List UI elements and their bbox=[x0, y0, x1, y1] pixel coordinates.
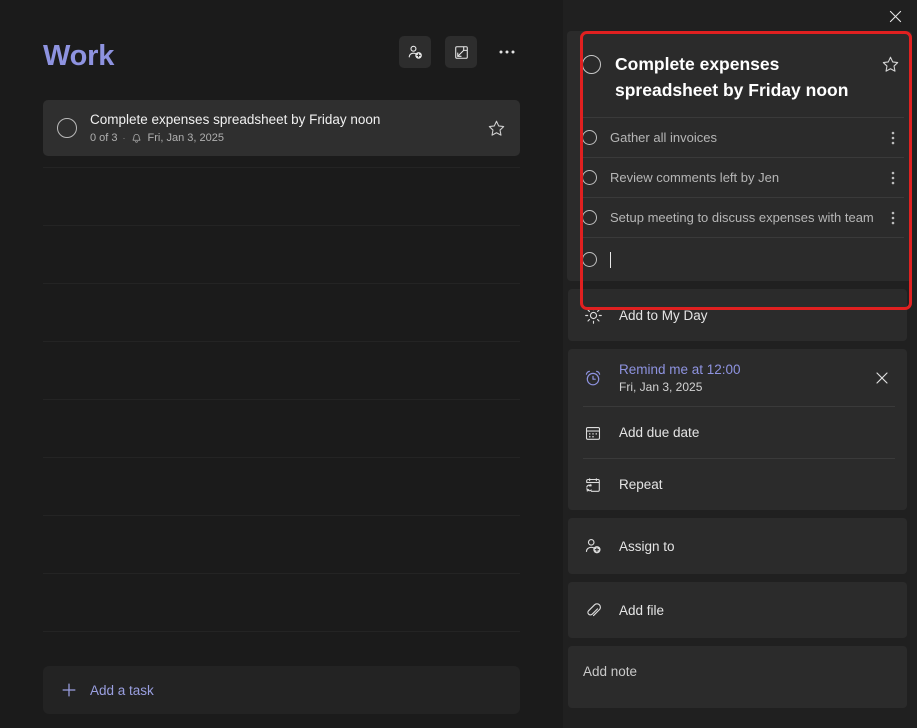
subtask-options-button[interactable] bbox=[882, 170, 904, 186]
task-text-block: Complete expenses spreadsheet by Friday … bbox=[90, 111, 487, 145]
person-add-icon bbox=[583, 536, 603, 556]
text-cursor bbox=[610, 251, 611, 268]
reminder-row[interactable]: Remind me at 12:00 Fri, Jan 3, 2025 bbox=[568, 349, 907, 406]
close-icon bbox=[876, 371, 888, 384]
vertical-ellipsis-icon bbox=[891, 131, 895, 144]
subtask-complete-checkbox[interactable] bbox=[582, 210, 597, 225]
ellipsis-icon bbox=[499, 50, 515, 54]
scheduling-card: Remind me at 12:00 Fri, Jan 3, 2025 Add … bbox=[568, 349, 907, 510]
task-star-button[interactable] bbox=[487, 119, 506, 138]
subtask-row[interactable]: Gather all invoices bbox=[582, 117, 904, 157]
reminder-text-block: Remind me at 12:00 Fri, Jan 3, 2025 bbox=[619, 361, 869, 395]
repeat-label: Repeat bbox=[619, 477, 663, 492]
paperclip-icon bbox=[583, 600, 603, 620]
vertical-ellipsis-icon bbox=[891, 211, 895, 224]
add-to-my-day-label: Add to My Day bbox=[619, 307, 708, 323]
main-task-star-button[interactable] bbox=[881, 55, 900, 74]
person-add-icon bbox=[408, 45, 422, 59]
sun-icon bbox=[583, 305, 603, 325]
assign-to-label: Assign to bbox=[619, 538, 675, 554]
empty-row-dividers bbox=[43, 167, 520, 689]
main-task-card-wrapper: Complete expenses spreadsheet by Friday … bbox=[567, 31, 912, 281]
task-list-body: Complete expenses spreadsheet by Friday … bbox=[0, 92, 563, 656]
add-task-label: Add a task bbox=[90, 682, 154, 698]
subtask-label: Setup meeting to discuss expenses with t… bbox=[610, 209, 874, 225]
reminder-date: Fri, Jan 3, 2025 bbox=[619, 379, 703, 394]
subtask-options-button[interactable] bbox=[882, 130, 904, 146]
subtask-complete-checkbox[interactable] bbox=[582, 170, 597, 185]
add-note-placeholder: Add note bbox=[583, 664, 638, 679]
task-metadata: 0 of 3 · Fri, Jan 3, 2025 bbox=[90, 131, 487, 145]
list-header-actions bbox=[399, 36, 523, 68]
subtask-complete-checkbox[interactable] bbox=[582, 130, 597, 145]
empty-row bbox=[43, 225, 520, 283]
list-options-button[interactable] bbox=[491, 36, 523, 68]
task-list-item[interactable]: Complete expenses spreadsheet by Friday … bbox=[43, 100, 520, 156]
empty-row bbox=[43, 515, 520, 573]
bell-icon bbox=[131, 133, 142, 144]
add-file-button[interactable]: Add file bbox=[568, 582, 907, 638]
detail-topbar bbox=[563, 0, 917, 31]
clear-reminder-button[interactable] bbox=[869, 365, 895, 391]
plus-icon bbox=[60, 681, 78, 699]
main-task-header: Complete expenses spreadsheet by Friday … bbox=[567, 31, 912, 117]
collapse-pane-button[interactable] bbox=[445, 36, 477, 68]
my-day-card: Add to My Day bbox=[568, 289, 907, 341]
close-icon bbox=[889, 10, 901, 22]
vertical-ellipsis-icon bbox=[891, 171, 895, 184]
page-title: Work bbox=[43, 40, 115, 72]
star-outline-icon bbox=[882, 56, 899, 72]
metadata-separator: · bbox=[122, 133, 126, 143]
add-task-button[interactable]: Add a task bbox=[43, 666, 520, 714]
reminder-label: Remind me at 12:00 bbox=[619, 361, 741, 377]
calendar-icon bbox=[583, 423, 603, 443]
add-to-my-day-button[interactable]: Add to My Day bbox=[568, 289, 907, 341]
task-list-pane: Work Complete expenses spreadsheet by Fr… bbox=[0, 0, 563, 728]
task-subtask-progress: 0 of 3 bbox=[90, 132, 118, 144]
subtask-label: Review comments left by Jen bbox=[610, 169, 780, 185]
add-file-card: Add file bbox=[568, 582, 907, 638]
task-title: Complete expenses spreadsheet by Friday … bbox=[90, 112, 381, 127]
empty-row bbox=[43, 457, 520, 515]
add-due-date-label: Add due date bbox=[619, 425, 700, 440]
star-outline-icon bbox=[488, 120, 505, 136]
task-detail-pane: Complete expenses spreadsheet by Friday … bbox=[563, 0, 917, 728]
share-list-button[interactable] bbox=[399, 36, 431, 68]
empty-row bbox=[43, 283, 520, 341]
alarm-clock-icon bbox=[583, 368, 603, 388]
assign-to-button[interactable]: Assign to bbox=[568, 518, 907, 574]
new-subtask-input-row[interactable] bbox=[582, 237, 904, 281]
close-detail-button[interactable] bbox=[880, 4, 910, 28]
subtask-row[interactable]: Review comments left by Jen bbox=[582, 157, 904, 197]
subtask-label: Gather all invoices bbox=[610, 129, 717, 145]
collapse-arrow-box-icon bbox=[454, 45, 468, 59]
todo-app-window: Work Complete expenses spreadsheet by Fr… bbox=[0, 0, 917, 728]
empty-row bbox=[43, 573, 520, 631]
subtask-options-button[interactable] bbox=[882, 210, 904, 226]
main-task-title[interactable]: Complete expenses spreadsheet by Friday … bbox=[615, 51, 871, 103]
assign-card: Assign to bbox=[568, 518, 907, 574]
task-due-date: Fri, Jan 3, 2025 bbox=[147, 132, 224, 144]
task-complete-checkbox[interactable] bbox=[57, 118, 77, 138]
empty-row bbox=[43, 399, 520, 457]
repeat-calendar-icon bbox=[583, 475, 603, 495]
add-due-date-button[interactable]: Add due date bbox=[583, 406, 895, 458]
list-header: Work bbox=[0, 0, 563, 92]
add-note-field[interactable]: Add note bbox=[568, 646, 907, 708]
main-task-card: Complete expenses spreadsheet by Friday … bbox=[567, 31, 912, 281]
new-subtask-checkbox[interactable] bbox=[582, 252, 597, 267]
subtask-row[interactable]: Setup meeting to discuss expenses with t… bbox=[582, 197, 904, 237]
main-task-complete-checkbox[interactable] bbox=[582, 55, 601, 74]
add-file-label: Add file bbox=[619, 602, 665, 618]
repeat-button[interactable]: Repeat bbox=[583, 458, 895, 510]
empty-row bbox=[43, 341, 520, 399]
empty-row bbox=[43, 167, 520, 225]
